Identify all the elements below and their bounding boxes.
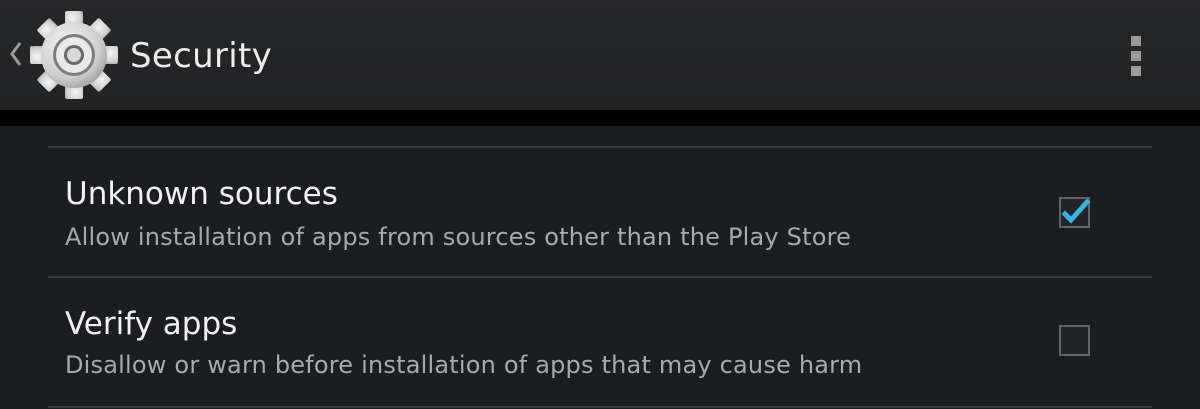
page-title: Security: [130, 36, 273, 76]
action-bar-shadow: [0, 110, 1200, 126]
gear-icon: [30, 11, 118, 99]
list-divider: [48, 406, 1152, 408]
overflow-menu-icon-dot: [1131, 51, 1141, 61]
unknown-sources-checkbox[interactable]: [1058, 196, 1092, 230]
verify-apps-checkbox[interactable]: [1058, 324, 1092, 358]
overflow-menu-icon: [1131, 36, 1141, 46]
preference-unknown-sources[interactable]: Unknown sources Allow installation of ap…: [48, 148, 1152, 276]
chevron-left-icon: [10, 42, 22, 66]
action-bar: Security: [0, 0, 1200, 111]
preference-list: Unknown sources Allow installation of ap…: [0, 126, 1200, 409]
up-navigation-button[interactable]: [0, 0, 125, 110]
preference-title: Verify apps: [65, 306, 238, 342]
preference-summary: Disallow or warn before installation of …: [65, 351, 863, 379]
overflow-menu-icon-dot: [1131, 66, 1141, 76]
preference-title: Unknown sources: [65, 176, 338, 212]
security-settings-screen: Security Unknown sources Allow installat…: [0, 0, 1200, 409]
preference-summary: Allow installation of apps from sources …: [65, 223, 852, 251]
overflow-menu-button[interactable]: [1110, 28, 1162, 84]
preference-verify-apps[interactable]: Verify apps Disallow or warn before inst…: [48, 278, 1152, 406]
